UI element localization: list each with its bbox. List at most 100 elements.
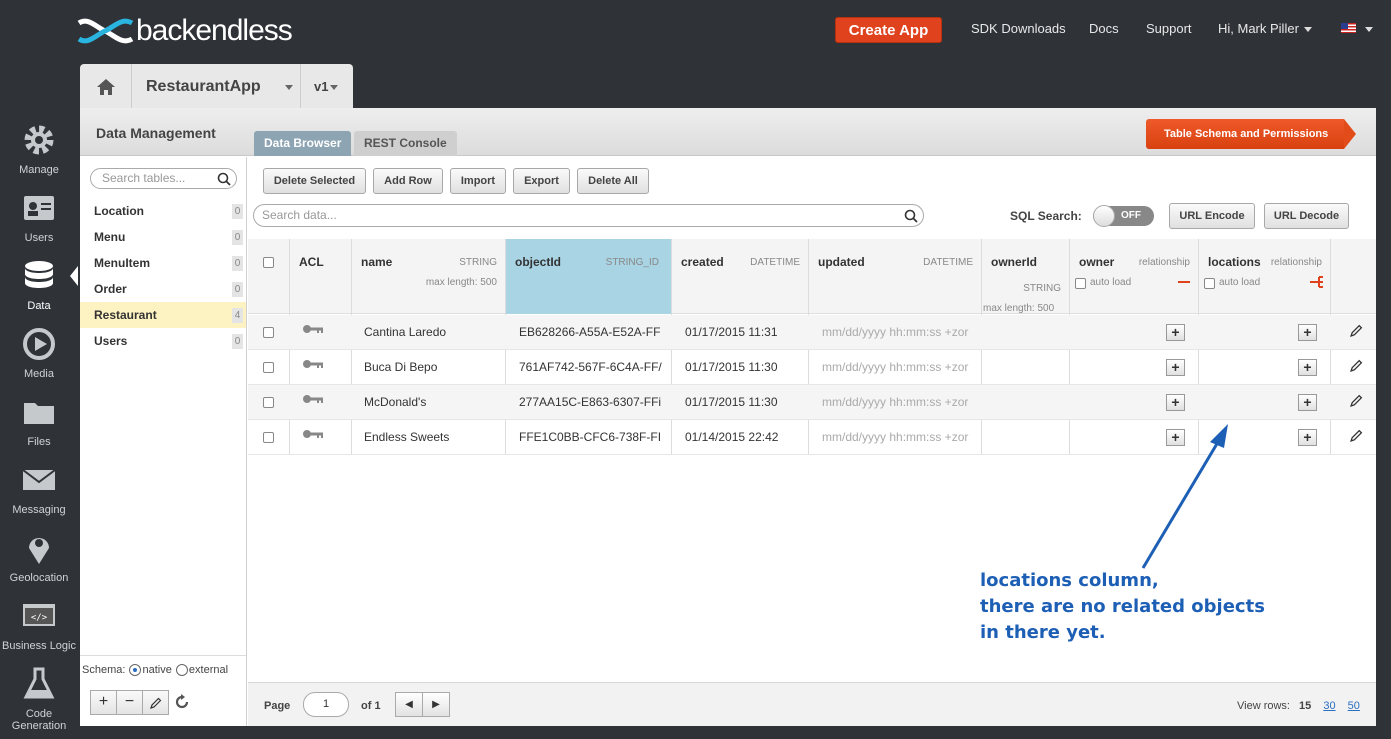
cell-updated[interactable]: mm/dd/yyyy hh:mm:ss +zor [822, 430, 972, 444]
nav-item-files[interactable]: Files [0, 390, 78, 458]
docs-link[interactable]: Docs [1089, 21, 1119, 36]
tab-data-browser[interactable]: Data Browser [254, 131, 352, 156]
export-button[interactable]: Export [513, 168, 570, 194]
table-item-location[interactable]: Location 0 [80, 198, 246, 224]
cell-created[interactable]: 01/17/2015 11:30 [685, 395, 778, 409]
cell-name[interactable]: Buca Di Bepo [364, 360, 437, 374]
column-title: ACL [299, 255, 324, 269]
add-locations-relation-button[interactable]: + [1298, 324, 1317, 341]
schema-label: Schema: [82, 664, 126, 676]
version-dropdown[interactable]: v1 [314, 79, 339, 94]
support-link[interactable]: Support [1146, 21, 1192, 36]
row-checkbox[interactable] [263, 327, 274, 338]
arrow-right-icon: ▶ [432, 699, 440, 710]
cell-objectid[interactable]: 761AF742-567F-6C4A-FF/ [519, 360, 664, 374]
cell-updated[interactable]: mm/dd/yyyy hh:mm:ss +zor [822, 360, 972, 374]
cell-created[interactable]: 01/17/2015 11:30 [685, 360, 778, 374]
table-item-restaurant[interactable]: Restaurant 4 [80, 302, 246, 328]
edit-table-button[interactable] [142, 690, 169, 715]
table-schema-permissions-button[interactable]: Table Schema and Permissions [1146, 119, 1356, 149]
app-name-dropdown[interactable]: RestaurantApp [146, 78, 261, 96]
nav-item-messaging[interactable]: Messaging [0, 458, 78, 526]
delete-all-button[interactable]: Delete All [577, 168, 649, 194]
remove-table-button[interactable]: − [116, 690, 143, 715]
add-locations-relation-button[interactable]: + [1298, 394, 1317, 411]
pagination-footer: Page 1 of 1 ◀ ▶ View rows: 15 30 50 [248, 682, 1376, 726]
create-app-button[interactable]: Create App [835, 17, 942, 43]
table-name: Location [94, 204, 144, 218]
cell-created[interactable]: 01/17/2015 11:31 [685, 325, 778, 339]
key-icon[interactable] [302, 324, 324, 334]
edit-row-pencil-icon[interactable] [1350, 359, 1363, 372]
search-data-input[interactable]: Search data... [253, 204, 924, 227]
page-number-input[interactable]: 1 [303, 692, 349, 717]
app-chevron-down-icon[interactable] [285, 85, 293, 90]
cell-name[interactable]: Cantina Laredo [364, 325, 446, 339]
add-owner-relation-button[interactable]: + [1166, 359, 1185, 376]
add-owner-relation-button[interactable]: + [1166, 394, 1185, 411]
schema-native-radio[interactable] [129, 664, 142, 677]
delete-selected-button[interactable]: Delete Selected [263, 168, 366, 194]
add-row-button[interactable]: Add Row [373, 168, 443, 194]
cell-objectid[interactable]: 277AA15C-E863-6307-FFi [519, 395, 664, 409]
owner-auto-load-checkbox[interactable] [1075, 278, 1086, 289]
prev-page-button[interactable]: ◀ [395, 692, 423, 717]
cell-updated[interactable]: mm/dd/yyyy hh:mm:ss +zor [822, 325, 972, 339]
add-locations-relation-button[interactable]: + [1298, 359, 1317, 376]
url-encode-button[interactable]: URL Encode [1169, 203, 1255, 229]
cell-name[interactable]: McDonald's [364, 395, 426, 409]
view-rows-option-30[interactable]: 30 [1323, 700, 1335, 712]
add-locations-relation-button[interactable]: + [1298, 429, 1317, 446]
language-chevron-down-icon[interactable] [1365, 27, 1373, 32]
key-icon[interactable] [302, 429, 324, 439]
annotation-line: locations column, [980, 570, 1159, 591]
nav-item-manage[interactable]: Manage [0, 118, 78, 186]
us-flag-icon[interactable] [1341, 23, 1356, 33]
search-tables-input[interactable]: Search tables... [90, 168, 237, 189]
nav-item-users[interactable]: Users [0, 186, 78, 254]
add-owner-relation-button[interactable]: + [1166, 324, 1185, 341]
edit-row-pencil-icon[interactable] [1350, 394, 1363, 407]
row-checkbox[interactable] [263, 362, 274, 373]
refresh-button[interactable] [168, 690, 195, 715]
nav-item-code-generation[interactable]: Code Generation [0, 662, 78, 739]
user-menu[interactable]: Hi, Mark Piller [1218, 21, 1312, 36]
edit-row-pencil-icon[interactable] [1350, 324, 1363, 337]
nav-item-data[interactable]: Data [0, 254, 78, 322]
cell-objectid[interactable]: FFE1C0BB-CFC6-738F-FI [519, 430, 664, 444]
cell-updated[interactable]: mm/dd/yyyy hh:mm:ss +zor [822, 395, 972, 409]
row-checkbox[interactable] [263, 432, 274, 443]
cell-objectid[interactable]: EB628266-A55A-E52A-FF [519, 325, 664, 339]
schema-external-radio[interactable] [175, 664, 188, 677]
table-item-menu[interactable]: Menu 0 [80, 224, 246, 250]
select-all-checkbox[interactable] [263, 257, 274, 268]
cell-name[interactable]: Endless Sweets [364, 430, 449, 444]
sql-search-toggle[interactable]: OFF [1093, 205, 1154, 227]
nav-item-geolocation[interactable]: Geolocation [0, 526, 78, 594]
row-checkbox[interactable] [263, 397, 274, 408]
cell-created[interactable]: 01/14/2015 22:42 [685, 430, 778, 444]
import-button[interactable]: Import [450, 168, 506, 194]
table-row[interactable]: McDonald's 277AA15C-E863-6307-FFi 01/17/… [248, 385, 1376, 420]
key-icon[interactable] [302, 359, 324, 369]
url-decode-button[interactable]: URL Decode [1264, 203, 1349, 229]
nav-item-business-logic[interactable]: </> Business Logic [0, 594, 78, 662]
locations-auto-load-checkbox[interactable] [1204, 278, 1215, 289]
edit-row-pencil-icon[interactable] [1350, 429, 1363, 442]
table-item-order[interactable]: Order 0 [80, 276, 246, 302]
table-item-users[interactable]: Users 0 [80, 328, 246, 354]
nav-item-media[interactable]: Media [0, 322, 78, 390]
next-page-button[interactable]: ▶ [422, 692, 450, 717]
divider [300, 64, 301, 108]
backendless-logo[interactable]: backendless [76, 14, 293, 48]
add-table-button[interactable]: + [90, 690, 117, 715]
view-rows-option-50[interactable]: 50 [1348, 700, 1360, 712]
schema-external-label: external [188, 664, 229, 676]
tab-rest-console[interactable]: REST Console [354, 131, 457, 156]
table-item-menuitem[interactable]: MenuItem 0 [80, 250, 246, 276]
sdk-downloads-link[interactable]: SDK Downloads [971, 21, 1066, 36]
table-row[interactable]: Buca Di Bepo 761AF742-567F-6C4A-FF/ 01/1… [248, 350, 1376, 385]
key-icon[interactable] [302, 394, 324, 404]
home-button[interactable] [80, 64, 132, 108]
table-row[interactable]: Cantina Laredo EB628266-A55A-E52A-FF 01/… [248, 315, 1376, 350]
